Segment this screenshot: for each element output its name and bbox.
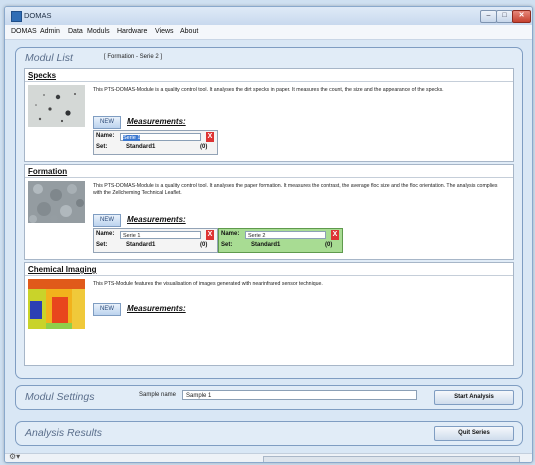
- formation-set-1[interactable]: Name: Serie 1 X Set: Standard1 (0): [93, 228, 218, 253]
- main-window: DOMAS – □ ✕ DOMAS Admin Data Moduls Hard…: [4, 6, 533, 463]
- set-label: Set:: [96, 242, 108, 248]
- menu-bar: DOMAS Admin Data Moduls Hardware Views A…: [5, 25, 532, 40]
- measurement-count: (0): [200, 144, 208, 150]
- set-name-input[interactable]: Serie 1: [120, 231, 201, 239]
- gear-icon[interactable]: ⚙▾: [9, 452, 20, 461]
- divider: [25, 275, 513, 276]
- minimize-button[interactable]: –: [480, 10, 497, 23]
- progress-bar: [263, 456, 520, 462]
- name-label: Name:: [96, 133, 115, 139]
- current-selection-label: [ Formation - Serie 2 ]: [104, 54, 163, 60]
- menu-admin[interactable]: Admin: [40, 28, 60, 35]
- quit-series-button[interactable]: Quit Series: [434, 426, 514, 441]
- formation-new-button[interactable]: NEW: [93, 214, 121, 227]
- menu-about[interactable]: About: [180, 28, 198, 35]
- formation-thumbnail: [28, 181, 85, 223]
- chemical-imaging-thumbnail: [28, 279, 85, 329]
- chemical-measurements-label: Measurements:: [127, 304, 186, 313]
- sample-name-label: Sample name: [139, 392, 177, 398]
- measurement-count: (0): [200, 242, 208, 248]
- formation-measurements-label: Measurements:: [127, 215, 186, 224]
- modul-list-panel: Modul List [ Formation - Serie 2 ] Speck…: [15, 47, 523, 379]
- specks-thumbnail: [28, 85, 85, 127]
- specks-set-1[interactable]: Name: Serie 1 X Set: Standard1 (0): [93, 130, 218, 155]
- set-value: Standard1: [126, 144, 156, 150]
- selected-text: Serie 1: [123, 135, 141, 141]
- start-analysis-button[interactable]: Start Analysis: [434, 390, 514, 405]
- specks-new-button[interactable]: NEW: [93, 116, 121, 129]
- divider: [25, 81, 513, 82]
- set-label: Set:: [96, 144, 108, 150]
- set-name-input[interactable]: Serie 2: [245, 231, 326, 239]
- formation-section: Formation This PTS-DOMAS-Module is a qua…: [24, 164, 514, 260]
- set-value: Standard1: [126, 242, 156, 248]
- menu-views[interactable]: Views: [155, 28, 174, 35]
- close-icon[interactable]: X: [206, 230, 214, 240]
- window-title: DOMAS: [24, 11, 52, 20]
- specks-section: Specks This PTS-DOMAS-Module is a qualit…: [24, 68, 514, 162]
- menu-data[interactable]: Data: [68, 28, 83, 35]
- formation-set-2[interactable]: Name: Serie 2 X Set: Standard1 (0): [218, 228, 343, 253]
- chemical-imaging-description: This PTS-Module features the visualisati…: [93, 281, 323, 287]
- set-name-input[interactable]: Serie 1: [120, 133, 201, 141]
- sample-name-input[interactable]: Sample 1: [182, 390, 417, 400]
- specks-title[interactable]: Specks: [28, 71, 56, 80]
- menu-domas[interactable]: DOMAS: [11, 28, 37, 35]
- set-label: Set:: [221, 242, 233, 248]
- title-bar: DOMAS – □ ✕: [5, 7, 532, 25]
- chemical-new-button[interactable]: NEW: [93, 303, 121, 316]
- menu-moduls[interactable]: Moduls: [87, 28, 110, 35]
- close-icon[interactable]: X: [206, 132, 214, 142]
- formation-title[interactable]: Formation: [28, 167, 67, 176]
- chemical-imaging-title[interactable]: Chemical Imaging: [28, 265, 96, 274]
- maximize-button[interactable]: □: [496, 10, 513, 23]
- measurement-count: (0): [325, 242, 333, 248]
- modul-settings-title: Modul Settings: [25, 391, 95, 403]
- chemical-imaging-section: Chemical Imaging This PTS-Module feature…: [24, 262, 514, 366]
- modul-settings-panel: Modul Settings Sample name Sample 1 Star…: [15, 385, 523, 410]
- divider: [25, 177, 513, 178]
- name-label: Name:: [221, 231, 240, 237]
- specks-measurements-label: Measurements:: [127, 117, 186, 126]
- close-icon[interactable]: X: [331, 230, 339, 240]
- analysis-results-title: Analysis Results: [25, 427, 103, 439]
- analysis-results-panel: Analysis Results Quit Series: [15, 421, 523, 446]
- name-label: Name:: [96, 231, 115, 237]
- close-window-button[interactable]: ✕: [512, 10, 531, 23]
- formation-description: This PTS-DOMAS-Module is a quality contr…: [93, 183, 498, 196]
- set-value: Standard1: [251, 242, 281, 248]
- modul-list-title: Modul List: [25, 52, 73, 64]
- menu-hardware[interactable]: Hardware: [117, 28, 147, 35]
- status-bar: ⚙▾: [5, 452, 532, 462]
- app-icon: [11, 11, 22, 22]
- specks-description: This PTS-DOMAS-Module is a quality contr…: [93, 87, 444, 93]
